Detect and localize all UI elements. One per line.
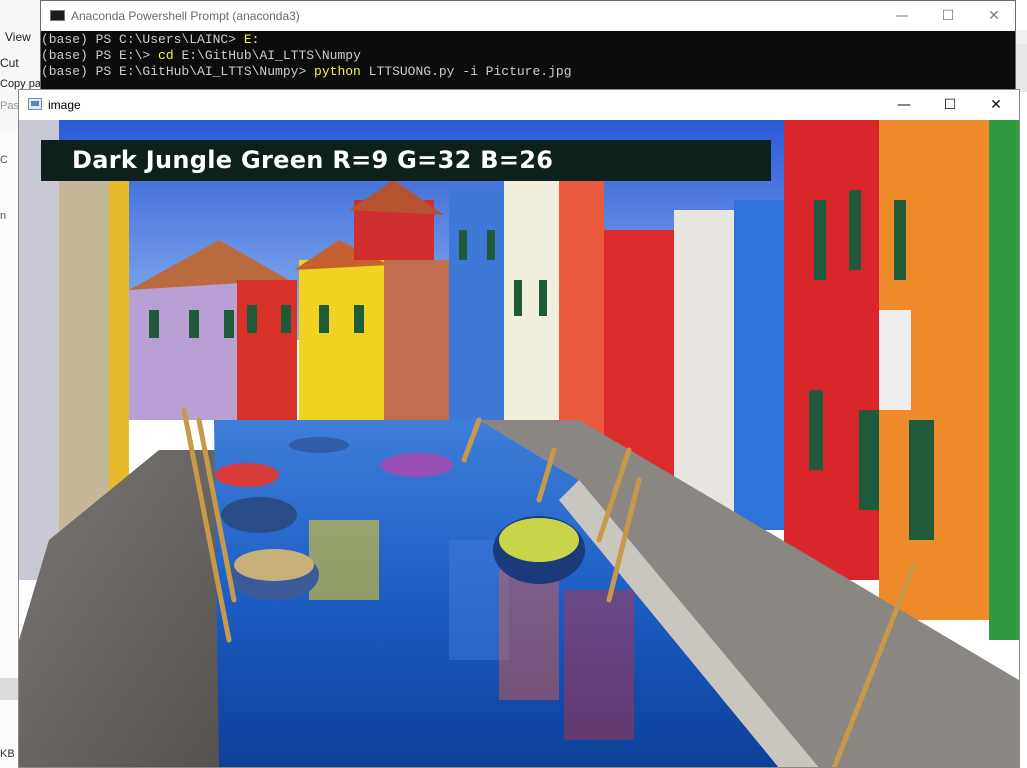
console-prompt: (base) PS C:\Users\LAINC>: [41, 32, 244, 47]
image-minimize-button[interactable]: —: [881, 90, 927, 120]
file-size-suffix: KB: [0, 748, 15, 760]
console-maximize-button[interactable]: ☐: [925, 1, 971, 31]
background-nav-pane: C n KB: [0, 130, 20, 768]
venice-canal-photo: [19, 120, 1019, 767]
ribbon-view-tab[interactable]: View: [5, 30, 31, 44]
image-maximize-button[interactable]: ☐: [927, 90, 973, 120]
console-command: cd: [158, 48, 174, 63]
console-line: (base) PS E:\> cd E:\GitHub\AI_LTTS\Nump…: [41, 48, 361, 64]
color-detection-banner: Dark Jungle Green R=9 G=32 B=26: [41, 140, 771, 181]
console-line: (base) PS C:\Users\LAINC> E:: [41, 32, 259, 48]
console-minimize-button[interactable]: —: [879, 1, 925, 31]
image-close-button[interactable]: ✕: [973, 90, 1019, 120]
image-window[interactable]: image — ☐ ✕ Dark Jungle Green R=9 G=32 B…: [18, 89, 1020, 768]
nav-item-n[interactable]: n: [0, 210, 6, 222]
maximize-icon: ☐: [943, 97, 957, 113]
console-prompt: (base) PS E:\>: [41, 48, 159, 63]
console-close-button[interactable]: ✕: [971, 1, 1017, 31]
console-output[interactable]: (base) PS C:\Users\LAINC> E: (base) PS E…: [41, 31, 999, 91]
image-window-icon: [28, 98, 42, 110]
console-window[interactable]: Anaconda Powershell Prompt (anaconda3) —…: [40, 0, 1016, 92]
minimize-icon: —: [897, 97, 911, 113]
console-args: LTTSUONG.py -i Picture.jpg: [360, 64, 572, 79]
detected-color-label: Dark Jungle Green R=9 G=32 B=26: [72, 146, 554, 174]
console-args: E:\GitHub\AI_LTTS\Numpy: [173, 48, 361, 63]
minimize-icon: —: [895, 8, 909, 24]
console-prompt: (base) PS E:\GitHub\AI_LTTS\Numpy>: [41, 64, 315, 79]
close-icon: ✕: [988, 8, 1000, 24]
close-icon: ✕: [990, 97, 1002, 113]
console-titlebar[interactable]: Anaconda Powershell Prompt (anaconda3) —…: [41, 1, 1015, 31]
console-title: Anaconda Powershell Prompt (anaconda3): [71, 9, 300, 23]
image-window-title: image: [48, 98, 81, 112]
console-command: E:: [243, 32, 260, 47]
maximize-icon: ☐: [941, 8, 955, 24]
background-scrollbar[interactable]: [1016, 44, 1027, 92]
image-titlebar[interactable]: image — ☐ ✕: [19, 90, 1019, 120]
console-line: (base) PS E:\GitHub\AI_LTTS\Numpy> pytho…: [41, 64, 572, 80]
ribbon-cut[interactable]: Cut: [0, 56, 19, 70]
nav-item-c[interactable]: C: [0, 154, 8, 166]
photo-canvas[interactable]: Dark Jungle Green R=9 G=32 B=26: [19, 120, 1019, 767]
nav-selected-row[interactable]: [0, 678, 19, 700]
console-app-icon: [50, 10, 65, 21]
console-command: python: [314, 64, 361, 79]
console-scrollbar[interactable]: [1000, 31, 1015, 91]
